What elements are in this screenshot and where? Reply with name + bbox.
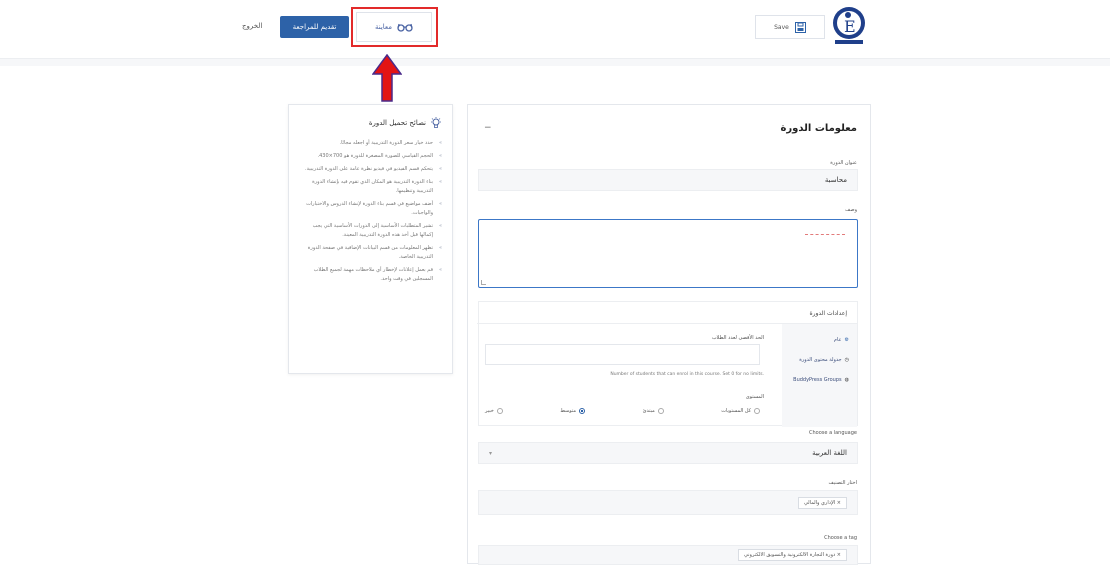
- submit-for-review-button[interactable]: تقديم للمراجعة: [280, 16, 349, 38]
- language-value: اللغة العربية: [812, 449, 847, 457]
- tag-select[interactable]: × دورة التجارة الالكترونية والتسويق الال…: [478, 545, 858, 565]
- level-radio-group: كل المستويات مبتدئ متوسط خبير: [485, 408, 760, 414]
- spellcheck-underline: [805, 234, 845, 235]
- course-title-label: عنوان الدورة: [830, 160, 857, 166]
- language-label: Choose a language: [809, 430, 857, 436]
- settings-tab-label: جدولة محتوى الدورة: [799, 357, 842, 363]
- radio-dot[interactable]: [496, 408, 503, 414]
- site-logo: E: [833, 7, 865, 44]
- settings-tab-label: BuddyPress Groups: [793, 377, 842, 383]
- tag-chip[interactable]: × دورة التجارة الالكترونية والتسويق الال…: [737, 549, 847, 561]
- tips-title-text: نصائح تحميل الدورة: [368, 119, 426, 127]
- top-bar-divider: [0, 58, 1110, 66]
- radio-dot-selected[interactable]: [579, 408, 586, 414]
- settings-tab-label: عام: [833, 337, 842, 343]
- tip-item: أضف مواضيع في قسم بناء الدورة لإنشاء الد…: [299, 200, 442, 218]
- tip-item: قم بعمل إعلانات لإخطار أي ملاحظات مهمة ل…: [299, 266, 442, 284]
- save-button[interactable]: Save: [755, 15, 825, 39]
- level-option-label: متوسط: [560, 408, 577, 414]
- level-option-expert[interactable]: خبير: [485, 408, 503, 414]
- category-tag[interactable]: × الإداري والمالي: [798, 496, 847, 509]
- description-label: وصف: [845, 207, 857, 213]
- svg-text:E: E: [844, 17, 856, 36]
- top-bar: الخروج تقديم للمراجعة معاينة Save E: [0, 0, 1110, 58]
- level-option-intermediate[interactable]: متوسط: [560, 408, 586, 414]
- course-title-input[interactable]: محاسبة: [478, 169, 858, 191]
- level-option-beginner[interactable]: مبتدئ: [643, 408, 664, 414]
- course-settings-box: إعدادات الدورة ⚙ عام ◷ جدولة محتوى الدور…: [477, 301, 858, 427]
- settings-heading: إعدادات الدورة: [477, 302, 857, 324]
- tip-item: حدد خيار سعر الدورة التدريبية أو اجعله م…: [299, 139, 442, 148]
- logout-link[interactable]: الخروج: [242, 22, 262, 30]
- radio-dot[interactable]: [754, 408, 760, 414]
- max-students-input[interactable]: [485, 344, 760, 365]
- globe-icon: ⚙: [844, 337, 849, 343]
- tip-item: الحجم القياسي للصورة المصغرة للدورة هو 7…: [299, 152, 443, 161]
- settings-tab-content-drip[interactable]: ◷ جدولة محتوى الدورة: [799, 357, 849, 363]
- lightbulb-icon: [431, 117, 441, 128]
- course-title-value: محاسبة: [824, 176, 847, 184]
- settings-tabs: ⚙ عام ◷ جدولة محتوى الدورة ◍ BuddyPress …: [782, 324, 857, 427]
- section-title: معلومات الدورة: [780, 123, 858, 134]
- language-select[interactable]: اللغة العربية ▾: [478, 442, 858, 464]
- level-option-all[interactable]: كل المستويات: [721, 408, 760, 414]
- tips-title: نصائح تحميل الدورة: [299, 117, 442, 129]
- settings-tab-general[interactable]: ⚙ عام: [834, 337, 849, 343]
- tip-item: يتحكم قسم الفيديو في فيديو نظرة عامة على…: [299, 165, 442, 174]
- category-label: اختار التصنيف: [828, 480, 857, 486]
- highlight-box: [351, 7, 438, 47]
- chevron-down-icon: ▾: [489, 449, 493, 457]
- tips-list: حدد خيار سعر الدورة التدريبية أو اجعله م…: [299, 139, 442, 284]
- level-option-label: مبتدئ: [642, 408, 655, 414]
- resize-handle[interactable]: [481, 280, 486, 285]
- level-option-label: كل المستويات: [721, 408, 751, 414]
- course-upload-tips-panel: نصائح تحميل الدورة حدد خيار سعر الدورة ا…: [288, 104, 453, 374]
- tip-item: بناء الدورة التدريبية هو المكان الذي تقو…: [299, 178, 442, 196]
- level-option-label: خبير: [485, 408, 494, 414]
- red-arrow-annotation: [372, 54, 402, 102]
- save-icon: [794, 21, 806, 33]
- group-icon: ◍: [844, 377, 849, 383]
- clock-icon: ◷: [844, 357, 849, 363]
- radio-dot[interactable]: [657, 408, 664, 414]
- level-label: المستوى: [745, 394, 764, 400]
- tip-item: تظهر المعلومات من قسم البيانات الإضافية …: [299, 244, 442, 262]
- max-students-help: Number of students that can enrol in thi…: [610, 372, 764, 377]
- collapse-toggle[interactable]: −: [484, 123, 492, 133]
- category-select[interactable]: × الإداري والمالي: [478, 490, 858, 515]
- max-students-label: الحد الأقصى لعدد الطلاب: [711, 335, 764, 341]
- course-info-card: معلومات الدورة − عنوان الدورة محاسبة وصف…: [467, 104, 871, 565]
- tip-item: تشير المتطلبات الأساسية إلى الدورات الأس…: [299, 222, 442, 240]
- settings-tab-buddypress[interactable]: ◍ BuddyPress Groups: [793, 377, 849, 383]
- description-textarea[interactable]: [478, 219, 858, 288]
- save-label: Save: [774, 23, 789, 31]
- tag-label: Choose a tag: [824, 535, 857, 541]
